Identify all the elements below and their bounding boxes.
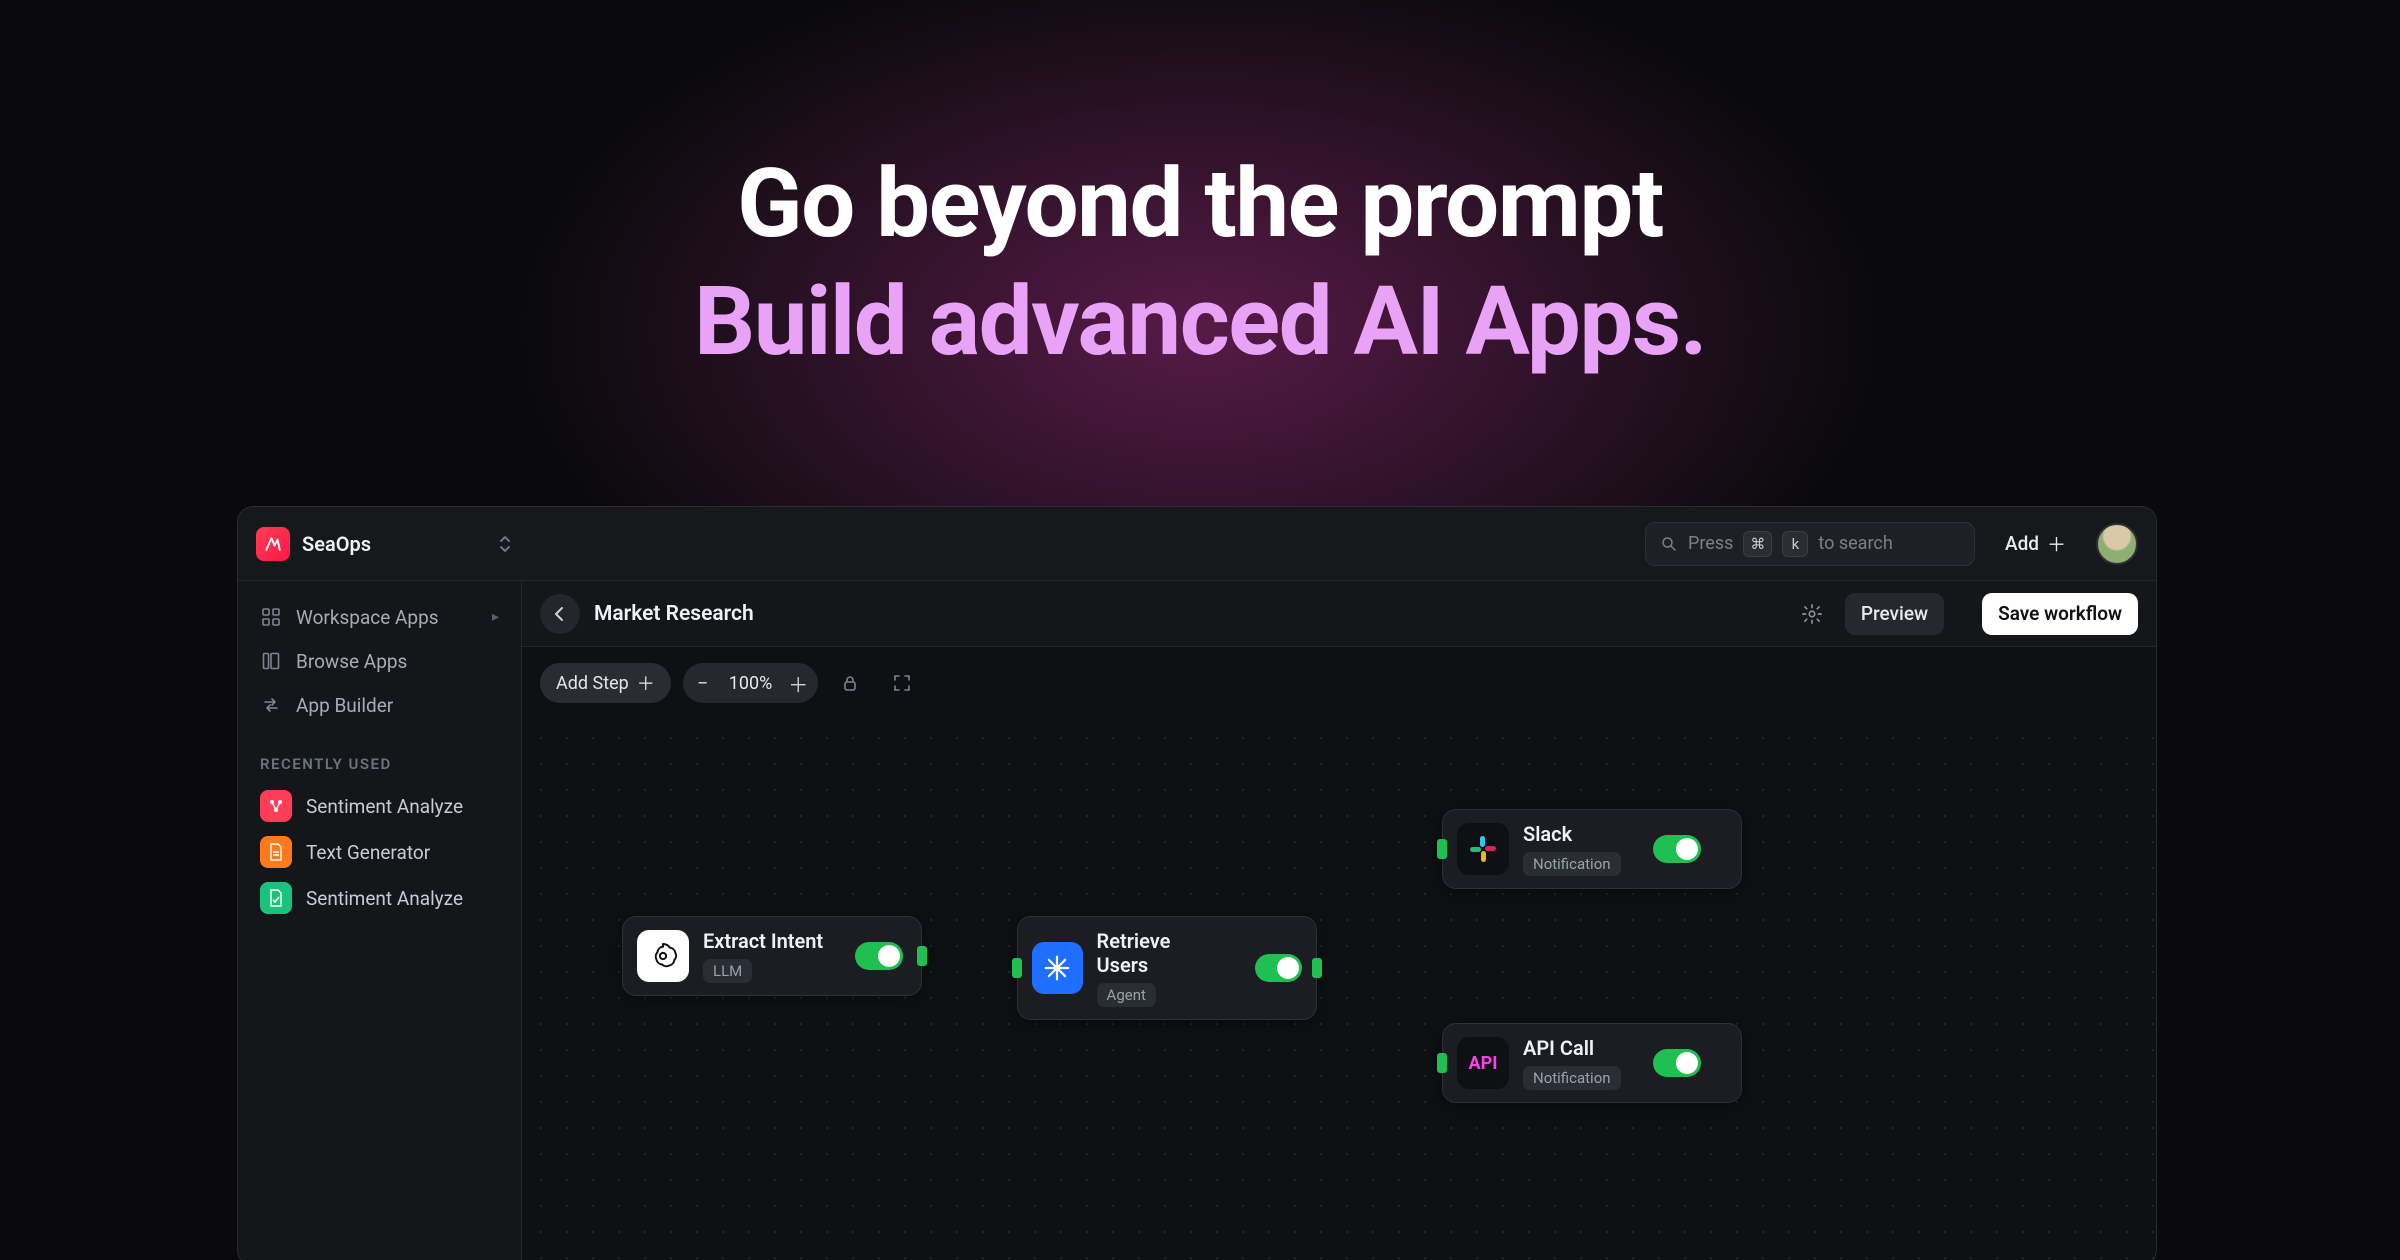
- save-label: Save workflow: [1998, 602, 2122, 625]
- sidebar-item-workspace-apps[interactable]: Workspace Apps ▸: [248, 595, 511, 639]
- app-window: SeaOps Press ⌘ k to search Add ＋: [237, 506, 2157, 1260]
- slack-icon: [1457, 823, 1509, 875]
- topbar: SeaOps Press ⌘ k to search Add ＋: [238, 507, 2156, 581]
- node-title: Slack: [1523, 822, 1621, 846]
- sidebar-item-browse-apps[interactable]: Browse Apps: [248, 639, 511, 683]
- save-workflow-button[interactable]: Save workflow: [1982, 593, 2138, 635]
- main-panel: Market Research Preview Save workflow A: [522, 581, 2156, 1260]
- port-out[interactable]: [917, 946, 927, 966]
- recent-item[interactable]: Sentiment Analyze: [248, 875, 511, 921]
- recent-item-label: Sentiment Analyze: [306, 795, 463, 818]
- sidebar-item-label: Browse Apps: [296, 650, 407, 673]
- chevron-right-icon: ▸: [492, 609, 499, 625]
- org-switcher[interactable]: SeaOps: [256, 527, 522, 561]
- workflow-node-extract-intent[interactable]: Extract Intent LLM: [622, 916, 922, 996]
- swap-icon: [260, 696, 282, 714]
- add-step-button[interactable]: Add Step ＋: [540, 663, 671, 703]
- openai-icon: [637, 930, 689, 982]
- sidebar-item-label: Workspace Apps: [296, 606, 439, 629]
- canvas-toolbar: Add Step ＋ − 100% ＋: [522, 647, 2156, 719]
- preview-label: Preview: [1861, 602, 1928, 625]
- document-icon: [260, 836, 292, 868]
- recent-item-label: Sentiment Analyze: [306, 887, 463, 910]
- node-toggle[interactable]: [855, 942, 903, 970]
- canvas[interactable]: Extract Intent LLM Retrieve Users Agent: [522, 719, 2156, 1260]
- kbd-cmd: ⌘: [1743, 531, 1772, 557]
- page-title: Market Research: [594, 602, 754, 626]
- recently-used-label: RECENTLY USED: [260, 755, 499, 773]
- zoom-out-button[interactable]: −: [683, 663, 723, 703]
- maximize-icon: [893, 674, 911, 692]
- recent-item[interactable]: Text Generator: [248, 829, 511, 875]
- fit-view-button[interactable]: [882, 663, 922, 703]
- gear-icon: [1801, 603, 1823, 625]
- sidebar: Workspace Apps ▸ Browse Apps App Builder…: [238, 581, 522, 1260]
- node-tag: Notification: [1523, 1066, 1621, 1090]
- preview-button[interactable]: Preview: [1845, 593, 1944, 635]
- main-header: Market Research Preview Save workflow: [522, 581, 2156, 647]
- port-out[interactable]: [1312, 958, 1322, 978]
- search-icon: [1660, 535, 1678, 553]
- lock-icon: [841, 674, 859, 692]
- arrow-left-icon: [551, 605, 569, 623]
- hero-line-2: Build advanced AI Apps.: [0, 266, 2400, 378]
- document-check-icon: [260, 882, 292, 914]
- settings-button[interactable]: [1793, 595, 1831, 633]
- grid-icon: [260, 608, 282, 626]
- layout-icon: [260, 652, 282, 670]
- org-name: SeaOps: [302, 532, 371, 556]
- add-button-label: Add: [2005, 532, 2039, 555]
- workspace: Workspace Apps ▸ Browse Apps App Builder…: [238, 581, 2156, 1260]
- recent-item[interactable]: Sentiment Analyze: [248, 783, 511, 829]
- search-input[interactable]: Press ⌘ k to search: [1645, 522, 1975, 566]
- node-tag: LLM: [703, 959, 752, 983]
- hero-line-1: Go beyond the prompt: [0, 148, 2400, 260]
- node-title: API Call: [1523, 1036, 1621, 1060]
- zoom-value: 100%: [723, 673, 779, 694]
- sidebar-item-app-builder[interactable]: App Builder: [248, 683, 511, 727]
- api-icon: API: [1457, 1037, 1509, 1089]
- port-in[interactable]: [1437, 839, 1447, 859]
- kbd-k: k: [1782, 531, 1808, 557]
- lock-button[interactable]: [830, 663, 870, 703]
- zoom-control: − 100% ＋: [683, 663, 819, 703]
- avatar[interactable]: [2096, 523, 2138, 565]
- search-placeholder-prefix: Press: [1688, 533, 1733, 554]
- port-in[interactable]: [1437, 1053, 1447, 1073]
- hero-headline: Go beyond the prompt Build advanced AI A…: [0, 148, 2400, 378]
- workflow-node-slack[interactable]: Slack Notification: [1442, 809, 1742, 889]
- plus-icon: ＋: [2047, 530, 2066, 557]
- node-toggle[interactable]: [1653, 835, 1701, 863]
- node-tag: Notification: [1523, 852, 1621, 876]
- plus-icon: ＋: [788, 669, 808, 698]
- node-title: Extract Intent: [703, 929, 823, 953]
- minus-icon: −: [697, 671, 708, 695]
- node-tag: Agent: [1097, 983, 1156, 1007]
- node-toggle[interactable]: [1653, 1049, 1701, 1077]
- edges: [522, 719, 822, 869]
- workflow-node-api-call[interactable]: API API Call Notification: [1442, 1023, 1742, 1103]
- node-toggle[interactable]: [1255, 954, 1302, 982]
- sidebar-item-label: App Builder: [296, 694, 393, 717]
- node-title: Retrieve Users: [1097, 929, 1224, 977]
- share-nodes-icon: [260, 790, 292, 822]
- zoom-in-button[interactable]: ＋: [778, 663, 818, 703]
- chevron-up-down-icon: [498, 534, 512, 554]
- port-in[interactable]: [1012, 958, 1022, 978]
- add-step-label: Add Step: [556, 673, 629, 694]
- add-button[interactable]: Add ＋: [1989, 523, 2082, 565]
- snowflake-icon: [1032, 942, 1083, 994]
- org-logo-icon: [256, 527, 290, 561]
- search-placeholder-suffix: to search: [1818, 533, 1892, 554]
- workflow-node-retrieve-users[interactable]: Retrieve Users Agent: [1017, 916, 1317, 1020]
- back-button[interactable]: [540, 594, 580, 634]
- plus-icon: ＋: [637, 670, 655, 696]
- recent-item-label: Text Generator: [306, 841, 430, 864]
